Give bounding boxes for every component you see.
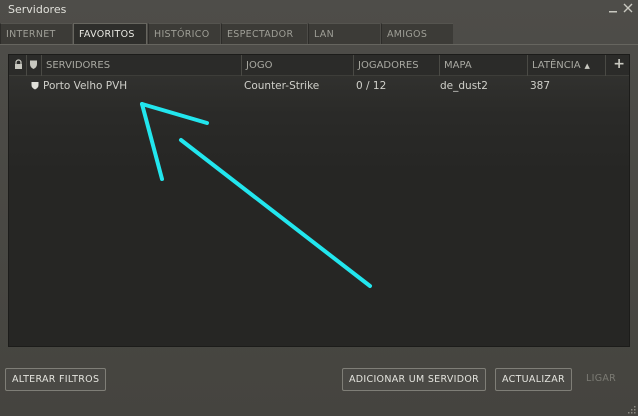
close-icon[interactable] <box>623 2 633 18</box>
minimize-icon[interactable] <box>608 2 618 18</box>
server-name: Porto Velho PVH <box>43 80 128 92</box>
adicionar-servidor-button[interactable]: ADICIONAR UM SERVIDOR <box>342 368 487 391</box>
column-jogo[interactable]: JOGO <box>241 55 353 76</box>
favorite-shield-icon <box>31 81 39 93</box>
table-row[interactable]: Porto Velho PVH Counter-Strike 0 / 12 de… <box>9 76 629 96</box>
actualizar-button[interactable]: ACTUALIZAR <box>495 368 572 391</box>
resize-grip-icon[interactable] <box>626 404 636 414</box>
tab-amigos[interactable]: AMIGOS <box>381 23 453 44</box>
lock-icon[interactable] <box>11 55 25 76</box>
shield-icon[interactable] <box>26 55 40 76</box>
server-map: de_dust2 <box>440 80 488 92</box>
server-list[interactable]: SERVIDORES JOGO JOGADORES MAPA LATÊNCIA ▲… <box>8 54 630 347</box>
tab-internet[interactable]: INTERNET <box>0 23 72 44</box>
column-jogadores[interactable]: JOGADORES <box>353 55 439 76</box>
tab-espectador[interactable]: ESPECTADOR <box>221 23 307 44</box>
server-browser-window: Servidores INTERNET FAVORITOS HISTÓRICO … <box>0 0 638 416</box>
tab-lan[interactable]: LAN <box>308 23 380 44</box>
add-column-cell: + <box>605 55 629 76</box>
column-latencia-label: LATÊNCIA <box>532 60 581 71</box>
tab-divider <box>0 44 638 45</box>
tab-historico[interactable]: HISTÓRICO <box>148 23 220 44</box>
list-header: SERVIDORES JOGO JOGADORES MAPA LATÊNCIA ▲… <box>9 55 629 76</box>
server-players: 0 / 12 <box>356 80 387 92</box>
tab-favoritos[interactable]: FAVORITOS <box>73 23 147 45</box>
title-bar[interactable]: Servidores <box>0 0 638 20</box>
column-latencia[interactable]: LATÊNCIA ▲ <box>527 55 613 76</box>
window-title: Servidores <box>8 3 67 16</box>
alterar-filtros-button[interactable]: ALTERAR FILTROS <box>5 368 107 391</box>
column-servidores[interactable]: SERVIDORES <box>41 55 241 76</box>
plus-icon[interactable]: + <box>613 56 625 72</box>
ligar-button[interactable]: LIGAR <box>580 368 622 391</box>
server-latency: 387 <box>530 80 551 92</box>
column-mapa[interactable]: MAPA <box>439 55 529 76</box>
server-game: Counter-Strike <box>244 80 320 92</box>
sort-ascending-icon: ▲ <box>584 62 590 70</box>
tab-bar: INTERNET FAVORITOS HISTÓRICO ESPECTADOR … <box>0 23 638 45</box>
